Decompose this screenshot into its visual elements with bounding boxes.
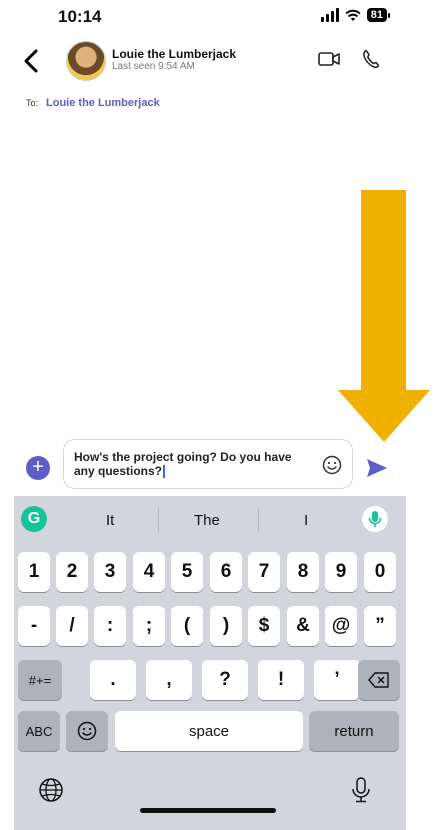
text-cursor: [163, 465, 166, 479]
key-abc[interactable]: ABC: [18, 711, 60, 751]
back-chevron-icon[interactable]: [20, 48, 44, 74]
key-hyphen[interactable]: -: [18, 606, 50, 646]
key-0[interactable]: 0: [364, 552, 396, 592]
battery-icon: 81: [366, 8, 391, 22]
key-1[interactable]: 1: [18, 552, 50, 592]
recipient-row: To: Louie the Lumberjack: [26, 97, 160, 109]
microphone-icon[interactable]: [350, 776, 372, 804]
key-exclamation[interactable]: !: [258, 660, 304, 700]
chat-header: Louie the Lumberjack Last seen 9:54 AM: [0, 36, 435, 86]
suggestion-3[interactable]: I: [304, 512, 308, 529]
key-space[interactable]: space: [115, 711, 303, 751]
key-colon[interactable]: :: [94, 606, 126, 646]
status-bar: 10:14 81: [0, 0, 435, 36]
key-6[interactable]: 6: [210, 552, 242, 592]
key-period[interactable]: .: [90, 660, 136, 700]
avatar[interactable]: [66, 41, 106, 81]
key-7[interactable]: 7: [248, 552, 280, 592]
video-call-icon[interactable]: [318, 51, 340, 67]
key-at[interactable]: @: [325, 606, 357, 646]
suggestion-bar: G It The I: [14, 496, 406, 546]
key-ampersand[interactable]: &: [287, 606, 319, 646]
last-seen-status: Last seen 9:54 AM: [112, 61, 195, 72]
home-indicator: [140, 808, 276, 813]
message-text[interactable]: How's the project going? Do you have any…: [74, 450, 304, 479]
keyboard: G It The I 1 2 3 4 5 6 7 8 9 0 - / : ; (…: [14, 496, 406, 830]
emoji-icon[interactable]: [322, 455, 342, 475]
key-more-symbols[interactable]: #+=: [18, 660, 62, 700]
annotation-arrow-shaft: [361, 190, 406, 390]
key-question[interactable]: ?: [202, 660, 248, 700]
key-comma[interactable]: ,: [146, 660, 192, 700]
status-time: 10:14: [58, 7, 102, 26]
suggestion-divider: [258, 508, 259, 532]
grammarly-icon[interactable]: G: [21, 506, 47, 532]
key-quote[interactable]: ”: [364, 606, 396, 646]
to-label: To:: [26, 98, 39, 108]
key-close-paren[interactable]: ): [210, 606, 242, 646]
annotation-arrow-head: [338, 390, 430, 442]
recipient-name[interactable]: Louie the Lumberjack: [46, 97, 160, 109]
globe-icon[interactable]: [38, 777, 64, 803]
key-9[interactable]: 9: [325, 552, 357, 592]
key-delete[interactable]: [358, 660, 400, 700]
suggestion-1[interactable]: It: [106, 512, 114, 529]
key-2[interactable]: 2: [56, 552, 88, 592]
key-dollar[interactable]: $: [248, 606, 280, 646]
signal-icon: [320, 8, 339, 22]
key-return[interactable]: return: [309, 711, 399, 751]
key-slash[interactable]: /: [56, 606, 88, 646]
phone-call-icon[interactable]: [362, 49, 380, 69]
key-8[interactable]: 8: [287, 552, 319, 592]
key-emoji[interactable]: [66, 711, 108, 751]
key-open-paren[interactable]: (: [171, 606, 203, 646]
suggestion-divider: [158, 508, 159, 532]
emoji-keyboard-icon: [77, 721, 97, 741]
add-attachment-button[interactable]: +: [26, 456, 50, 480]
wifi-icon: [345, 9, 361, 21]
key-apostrophe[interactable]: ’: [314, 660, 360, 700]
key-3[interactable]: 3: [94, 552, 126, 592]
contact-name[interactable]: Louie the Lumberjack: [112, 47, 236, 61]
status-icons: 81: [320, 8, 391, 22]
suggestion-2[interactable]: The: [194, 512, 220, 529]
message-input[interactable]: How's the project going? Do you have any…: [63, 439, 353, 489]
send-icon[interactable]: [366, 458, 388, 478]
key-semicolon[interactable]: ;: [133, 606, 165, 646]
key-5[interactable]: 5: [171, 552, 203, 592]
backspace-icon: [368, 672, 389, 688]
dictation-mic-icon[interactable]: [362, 506, 388, 532]
key-4[interactable]: 4: [133, 552, 165, 592]
